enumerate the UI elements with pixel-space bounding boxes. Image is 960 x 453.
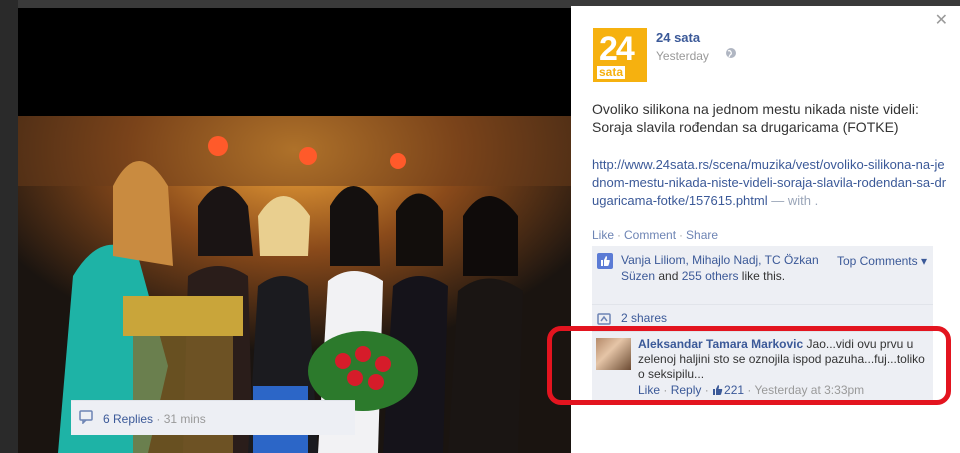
page-name[interactable]: 24 sata: [656, 30, 700, 45]
replies-row[interactable]: 6 Replies · 31 mins: [71, 400, 355, 435]
photo-viewer[interactable]: [18, 8, 571, 453]
likes-and: and: [655, 269, 682, 283]
comment-link[interactable]: Comment: [624, 228, 676, 242]
backdrop-left: [0, 0, 18, 453]
replies-time: 31 mins: [163, 412, 206, 426]
like-link[interactable]: Like: [592, 228, 614, 242]
globe-icon: [726, 48, 736, 58]
close-icon[interactable]: ✕: [935, 10, 948, 30]
post-timestamp[interactable]: Yesterday: [656, 49, 709, 63]
top-comments-dropdown[interactable]: Top Comments ▾: [837, 254, 927, 268]
with-tag[interactable]: — with .: [768, 193, 818, 208]
likes-summary: Vanja Liliom, Mihajlo Nadj, TC Özkan Süz…: [621, 252, 821, 284]
post-link-block: http://www.24sata.rs/scena/muzika/vest/o…: [592, 156, 947, 210]
likes-tail: like this.: [738, 269, 786, 283]
share-icon: [597, 313, 611, 325]
shares-count[interactable]: 2 shares: [621, 311, 667, 325]
logo-text-small: sata: [597, 65, 626, 79]
post-actions: Like · Comment · Share: [592, 228, 719, 242]
replies-label[interactable]: 6 Replies: [103, 412, 153, 426]
thumbs-up-icon: [597, 253, 613, 269]
post-text: Ovoliko silikona na jednom mestu nikada …: [592, 101, 919, 135]
likes-row: Vanja Liliom, Mihajlo Nadj, TC Özkan Süz…: [592, 246, 933, 305]
share-link[interactable]: Share: [686, 228, 718, 242]
reply-icon: [79, 410, 93, 424]
page-logo[interactable]: 24 sata: [593, 28, 647, 82]
replies-count[interactable]: 6 Replies · 31 mins: [103, 412, 206, 426]
logo-text-big: 24: [599, 30, 635, 68]
highlight-annotation: [547, 326, 951, 405]
likes-others[interactable]: 255 others: [682, 269, 739, 283]
